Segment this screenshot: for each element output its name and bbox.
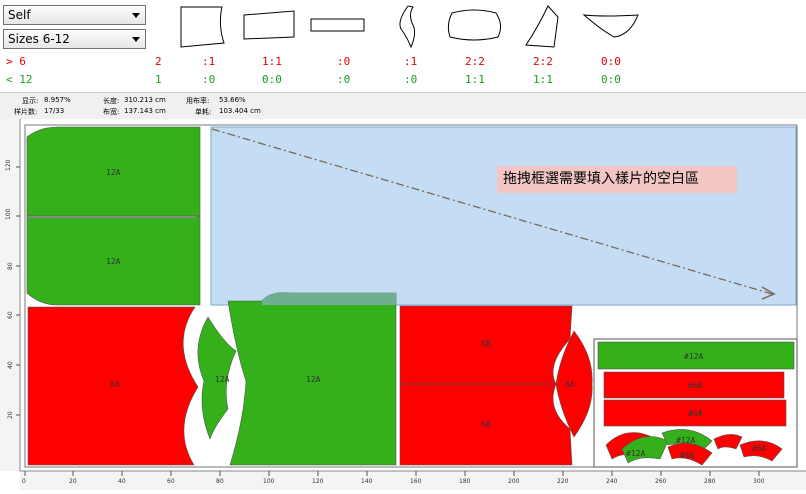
piece-label: 12A [106,257,121,266]
size-ratio-cell[interactable]: :0 [337,73,350,86]
piece-label: 6B [481,420,491,429]
size-ratio-cell[interactable]: 1:1 [262,55,282,68]
x-tick: 200 [508,478,520,485]
x-tick: 0 [22,478,26,485]
y-tick: 60 [7,311,14,319]
size-ratio-cell[interactable]: :1 [404,55,417,68]
size-ratio-cell[interactable]: 0:0 [601,73,621,86]
x-tick: 100 [263,478,275,485]
mini-piece-label: #6B [688,381,703,390]
pieces-value: 17/33 [44,107,65,115]
piece-type-select[interactable]: Self [3,5,146,25]
display-label: 显示: [22,97,39,105]
size-ratio-cell[interactable]: 0:0 [601,55,621,68]
piece-thumbnail-3[interactable] [308,3,368,43]
mini-piece-label: #6A [688,409,703,418]
piece-label: 12A [306,375,321,384]
mini-piece-label: #6B [680,451,695,460]
usage-label: 用布率: [186,97,210,105]
display-value: 8.957% [44,96,71,104]
y-tick: 100 [5,208,12,220]
chevron-down-icon [132,37,140,42]
unit-value: 103.404 cm [219,107,261,115]
width-label: 布宽: [103,108,120,116]
size-ratio-cell[interactable]: :0 [404,73,417,86]
size-range-select[interactable]: Sizes 6-12 [3,29,146,49]
y-tick: 20 [7,411,14,419]
marker-info-bar: 显示: 8.957% 样片数: 17/33 长度: 310.213 cm 布宽:… [0,92,806,120]
mini-piece-label: #12A [684,352,703,361]
x-tick: 160 [410,478,422,485]
piece-thumbnail-6[interactable] [520,3,562,51]
x-tick: 80 [216,478,224,485]
x-tick: 300 [753,478,765,485]
piece-thumbnail-7[interactable] [580,3,642,43]
piece-type-value: Self [8,8,31,22]
size-ratio-cell[interactable]: 2:2 [533,55,553,68]
size-ratio-cell[interactable]: 2 [155,55,162,68]
x-tick: 60 [167,478,175,485]
size-ratio-cell[interactable]: 1:1 [533,73,553,86]
y-tick: 120 [5,159,12,171]
selection-region[interactable] [210,126,797,306]
x-tick: 220 [557,478,569,485]
size-ratio-cell[interactable]: 1:1 [465,73,485,86]
width-value: 137.143 cm [124,107,166,115]
piece-label: 6B [481,339,491,348]
piece-thumbnail-2[interactable] [240,3,298,43]
piece-label: 6A [110,380,120,389]
hint-tooltip: 拖拽框選需要填入樣片的空白區 [497,166,737,193]
usage-value: 53.66% [219,96,246,104]
length-value: 310.213 cm [124,96,166,104]
chevron-down-icon [132,13,140,18]
piece-thumbnail-5[interactable] [444,3,506,47]
x-tick: 240 [606,478,618,485]
size-ratio-cell[interactable]: 2:2 [465,55,485,68]
piece-label: 12A [215,375,230,384]
x-tick: 280 [704,478,716,485]
y-tick: 80 [7,262,14,270]
size-row-1-label: > 6 [6,55,26,68]
pieces-label: 样片数: [14,108,38,116]
size-ratio-cell[interactable]: :0 [202,73,215,86]
size-ratio-cell[interactable]: :0 [337,55,350,68]
length-label: 长度: [103,97,120,105]
x-tick: 180 [459,478,471,485]
mini-piece-label: #12A [626,449,645,458]
x-tick: 140 [361,478,373,485]
unit-label: 单耗: [195,108,212,116]
piece-thumbnail-4[interactable] [393,3,423,49]
x-tick: 40 [118,478,126,485]
piece-label: 12A [106,168,121,177]
y-tick: 40 [7,361,14,369]
piece-label: 6A [565,380,575,389]
mini-piece-label: #6A [752,444,767,453]
x-tick: 120 [312,478,324,485]
size-row-2-label: < 12 [6,73,33,86]
size-ratio-cell[interactable]: :1 [202,55,215,68]
piece-thumbnail-1[interactable] [178,3,228,51]
size-ratio-cell[interactable]: 1 [155,73,162,86]
x-tick: 20 [69,478,77,485]
size-ratio-cell[interactable]: 0:0 [262,73,282,86]
size-range-value: Sizes 6-12 [8,32,70,46]
x-tick: 260 [655,478,667,485]
